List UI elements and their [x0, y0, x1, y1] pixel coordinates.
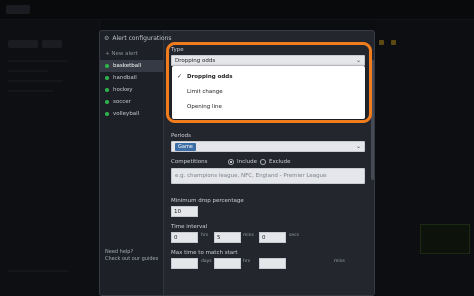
sidebar-item-label: soccer [113, 99, 131, 105]
max-hours-input[interactable] [214, 258, 241, 269]
competitions-label: Competitions [171, 159, 208, 165]
sidebar-item-label: volleyball [113, 111, 140, 117]
modal-title-text: Alert configurations [112, 35, 172, 42]
periods-label: Periods [171, 133, 192, 139]
time-interval-label: Time interval [171, 224, 208, 230]
chevron-down-icon: ⌄ [355, 143, 361, 150]
exclude-radio[interactable]: Exclude [260, 159, 291, 165]
status-dot-icon [105, 88, 109, 92]
include-radio-label: Include [237, 159, 258, 165]
sidebar-item-volleyball[interactable]: volleyball [100, 108, 164, 120]
sidebar-item-basketball[interactable]: basketball [100, 60, 164, 72]
secs-unit: secs [289, 233, 299, 238]
modal-title: ⚙ Alert configurations [104, 35, 172, 42]
sidebar-item-label: hockey [113, 87, 133, 93]
status-dot-icon [105, 76, 109, 80]
status-dot-icon [105, 64, 109, 68]
gear-icon: ⚙ [104, 35, 110, 42]
max-days-input[interactable] [171, 258, 198, 269]
min-drop-label: Minimum drop percentage [171, 198, 244, 204]
radio-unselected-icon [260, 159, 266, 165]
min-drop-input[interactable]: 10 [171, 206, 198, 217]
interval-minutes-input[interactable]: 5 [214, 232, 241, 243]
sidebar-item-soccer[interactable]: soccer [100, 96, 164, 108]
exclude-radio-label: Exclude [269, 159, 291, 165]
sidebar-item-label: handball [113, 75, 137, 81]
new-alert-button[interactable]: + New alert [105, 51, 138, 57]
sidebar-item-hockey[interactable]: hockey [100, 84, 164, 96]
max-minutes-input[interactable] [259, 258, 286, 269]
sidebar-item-handball[interactable]: handball [100, 72, 164, 84]
competitions-input[interactable]: e.g. champions league, NFC, England - Pr… [171, 168, 365, 184]
hrs-unit: hrs [201, 233, 209, 238]
help-link[interactable]: Check out our guides [105, 256, 158, 263]
max-time-label: Max time to match start [171, 250, 238, 256]
sidebar-item-label: basketball [113, 63, 142, 69]
hrs-unit: hrs [243, 259, 251, 264]
days-unit: days [201, 259, 212, 264]
competitions-placeholder: e.g. champions league, NFC, England - Pr… [175, 173, 327, 179]
interval-hours-input[interactable]: 0 [171, 232, 198, 243]
status-dot-icon [105, 100, 109, 104]
periods-select[interactable]: Game ⌄ [171, 141, 365, 152]
period-tag: Game [175, 142, 196, 151]
mins-unit: mins [243, 233, 254, 238]
status-dot-icon [105, 112, 109, 116]
sport-list: basketball handball hockey soccer volley… [100, 60, 164, 120]
help-section: Need help? Check out our guides [105, 249, 158, 263]
help-title: Need help? [105, 249, 134, 255]
include-radio[interactable]: Include [228, 159, 257, 165]
mins-unit: mins [334, 259, 345, 264]
interval-seconds-input[interactable]: 0 [259, 232, 286, 243]
modal-sidebar: ⚙ Alert configurations + New alert baske… [100, 31, 172, 295]
highlight-frame [166, 42, 372, 123]
radio-selected-icon [228, 159, 234, 165]
